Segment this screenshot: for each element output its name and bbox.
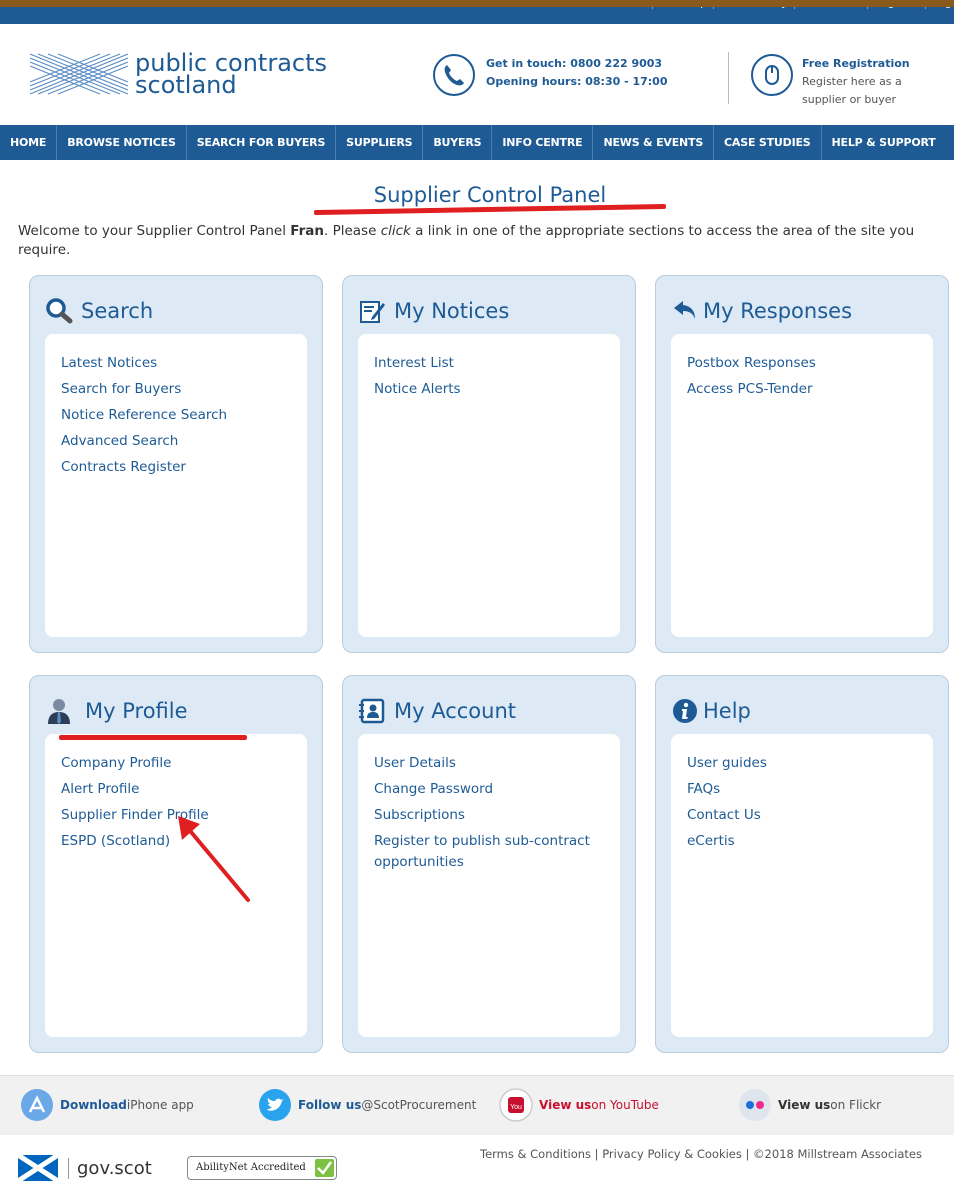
app-store-icon <box>21 1089 53 1121</box>
annotation-arrow <box>178 816 250 902</box>
top-strip <box>0 0 954 7</box>
flickr-icon <box>739 1089 771 1121</box>
nav-help-support[interactable]: HELP & SUPPORT <box>822 125 946 160</box>
gov-scot-logo[interactable]: gov.scot <box>18 1155 152 1181</box>
twitter-icon <box>259 1089 291 1121</box>
link-latest-notices[interactable]: Latest Notices <box>61 350 291 376</box>
nav-buyers[interactable]: BUYERS <box>423 125 493 160</box>
panel-help: Help User guides FAQs Contact Us eCertis <box>655 675 949 1053</box>
checkmark-icon <box>315 1159 334 1177</box>
edit-notice-icon <box>360 301 385 323</box>
nav-home[interactable]: HOME <box>0 125 58 160</box>
link-contracts-register[interactable]: Contracts Register <box>61 454 291 480</box>
footer-twitter-bold: Follow us <box>298 1098 362 1112</box>
logo-saltire-icon[interactable] <box>30 52 128 96</box>
link-user-details[interactable]: User Details <box>374 750 604 776</box>
welcome-user-name: Fran <box>290 223 324 239</box>
welcome-click: click <box>380 223 411 239</box>
panel-my-responses-title: My Responses <box>703 299 853 323</box>
panel-my-notices: My Notices Interest List Notice Alerts <box>342 275 636 653</box>
panel-my-responses: My Responses Postbox Responses Access PC… <box>655 275 949 653</box>
free-registration[interactable]: Free Registration Register here as a sup… <box>802 55 910 109</box>
contact-hours: Opening hours: 08:30 - 17:00 <box>486 75 668 88</box>
youtube-icon: You <box>499 1088 533 1122</box>
page-title: Supplier Control Panel <box>373 183 607 207</box>
link-subscriptions[interactable]: Subscriptions <box>374 802 604 828</box>
mouse-icon[interactable] <box>751 54 793 96</box>
link-register-sub-contract[interactable]: Register to publish sub-contract opportu… <box>374 828 604 873</box>
nav-info-centre[interactable]: INFO CENTRE <box>492 125 594 160</box>
panel-search-title: Search <box>81 299 154 323</box>
brand-line-2: scotland <box>135 71 237 99</box>
footer-flickr-bold: View us <box>778 1098 831 1112</box>
footer-youtube[interactable]: You View us on YouTube <box>499 1088 659 1122</box>
link-user-guides[interactable]: User guides <box>687 750 917 776</box>
info-icon <box>673 699 697 723</box>
footer-flickr[interactable]: View us on Flickr <box>738 1088 881 1122</box>
link-ecertis[interactable]: eCertis <box>687 828 917 854</box>
link-change-password[interactable]: Change Password <box>374 776 604 802</box>
free-registration-line1: Register here as a <box>802 75 902 88</box>
nav-case-studies[interactable]: CASE STUDIES <box>714 125 822 160</box>
free-registration-title[interactable]: Free Registration <box>802 55 910 73</box>
footer-iphone-rest: iPhone app <box>126 1098 194 1112</box>
contact-card-icon <box>359 698 385 724</box>
nav-search-for-buyers[interactable]: SEARCH FOR BUYERS <box>187 125 337 160</box>
link-alert-profile[interactable]: Alert Profile <box>61 776 291 802</box>
free-registration-line2: supplier or buyer <box>802 93 897 106</box>
link-company-profile[interactable]: Company Profile <box>61 750 291 776</box>
legal-links[interactable]: Terms & Conditions | Privacy Policy & Co… <box>480 1147 922 1161</box>
link-interest-list[interactable]: Interest List <box>374 350 604 376</box>
user-profile-icon <box>48 699 70 724</box>
nav-suppliers[interactable]: SUPPLIERS <box>336 125 424 160</box>
footer-iphone-bold: Download <box>60 1098 127 1112</box>
footer-iphone-app[interactable]: Download iPhone app <box>20 1088 194 1122</box>
phone-icon <box>433 54 475 96</box>
contact-phone: Get in touch: 0800 222 9003 <box>486 57 663 70</box>
footer-youtube-rest: on YouTube <box>591 1098 659 1112</box>
reply-arrow-icon <box>674 301 695 319</box>
brand-logo-text[interactable]: public contracts scotland <box>135 51 327 99</box>
link-notice-reference-search[interactable]: Notice Reference Search <box>61 402 291 428</box>
welcome-mid: . Please <box>324 223 381 239</box>
link-notice-alerts[interactable]: Notice Alerts <box>374 376 604 402</box>
welcome-message: Welcome to your Supplier Control Panel F… <box>18 222 954 260</box>
footer-twitter-rest: @ScotProcurement <box>361 1098 477 1112</box>
header-divider <box>728 52 729 104</box>
contact-info: Get in touch: 0800 222 9003 Opening hour… <box>486 55 668 91</box>
svg-text:You: You <box>510 1104 522 1111</box>
nav-news-events[interactable]: NEWS & EVENTS <box>593 125 715 160</box>
panel-my-notices-title: My Notices <box>394 299 510 323</box>
link-advanced-search[interactable]: Advanced Search <box>61 428 291 454</box>
link-access-pcs-tender[interactable]: Access PCS-Tender <box>687 376 917 402</box>
site-header: public contracts scotland Get in touch: … <box>0 24 954 125</box>
footer-flickr-rest: on Flickr <box>830 1098 882 1112</box>
link-faqs[interactable]: FAQs <box>687 776 917 802</box>
nav-browse-notices[interactable]: BROWSE NOTICES <box>57 125 187 160</box>
link-contact-us[interactable]: Contact Us <box>687 802 917 828</box>
main-nav: HOME BROWSE NOTICES SEARCH FOR BUYERS SU… <box>0 125 954 160</box>
footer-twitter[interactable]: Follow us @ScotProcurement <box>258 1088 476 1122</box>
link-search-for-buyers[interactable]: Search for Buyers <box>61 376 291 402</box>
panel-help-title: Help <box>703 699 751 723</box>
annotation-underline-profile <box>59 735 247 740</box>
footer-social-bar: Download iPhone app Follow us @ScotProcu… <box>0 1075 954 1135</box>
panel-my-account: My Account User Details Change Password … <box>342 675 636 1053</box>
gov-scot-text: gov.scot <box>68 1157 152 1179</box>
search-icon <box>46 298 73 324</box>
saltire-flag-icon <box>18 1155 58 1181</box>
footer-youtube-bold: View us <box>539 1098 592 1112</box>
panel-my-profile-title: My Profile <box>85 699 188 723</box>
link-postbox-responses[interactable]: Postbox Responses <box>687 350 917 376</box>
abilitynet-text: AbilityNet Accredited <box>196 1162 306 1173</box>
panel-my-account-title: My Account <box>394 699 517 723</box>
site-footer: gov.scot AbilityNet Accredited Terms & C… <box>0 1135 954 1184</box>
panel-search: Search Latest Notices Search for Buyers … <box>29 275 323 653</box>
abilitynet-badge[interactable]: AbilityNet Accredited <box>187 1156 337 1180</box>
welcome-pre: Welcome to your Supplier Control Panel <box>18 223 291 239</box>
